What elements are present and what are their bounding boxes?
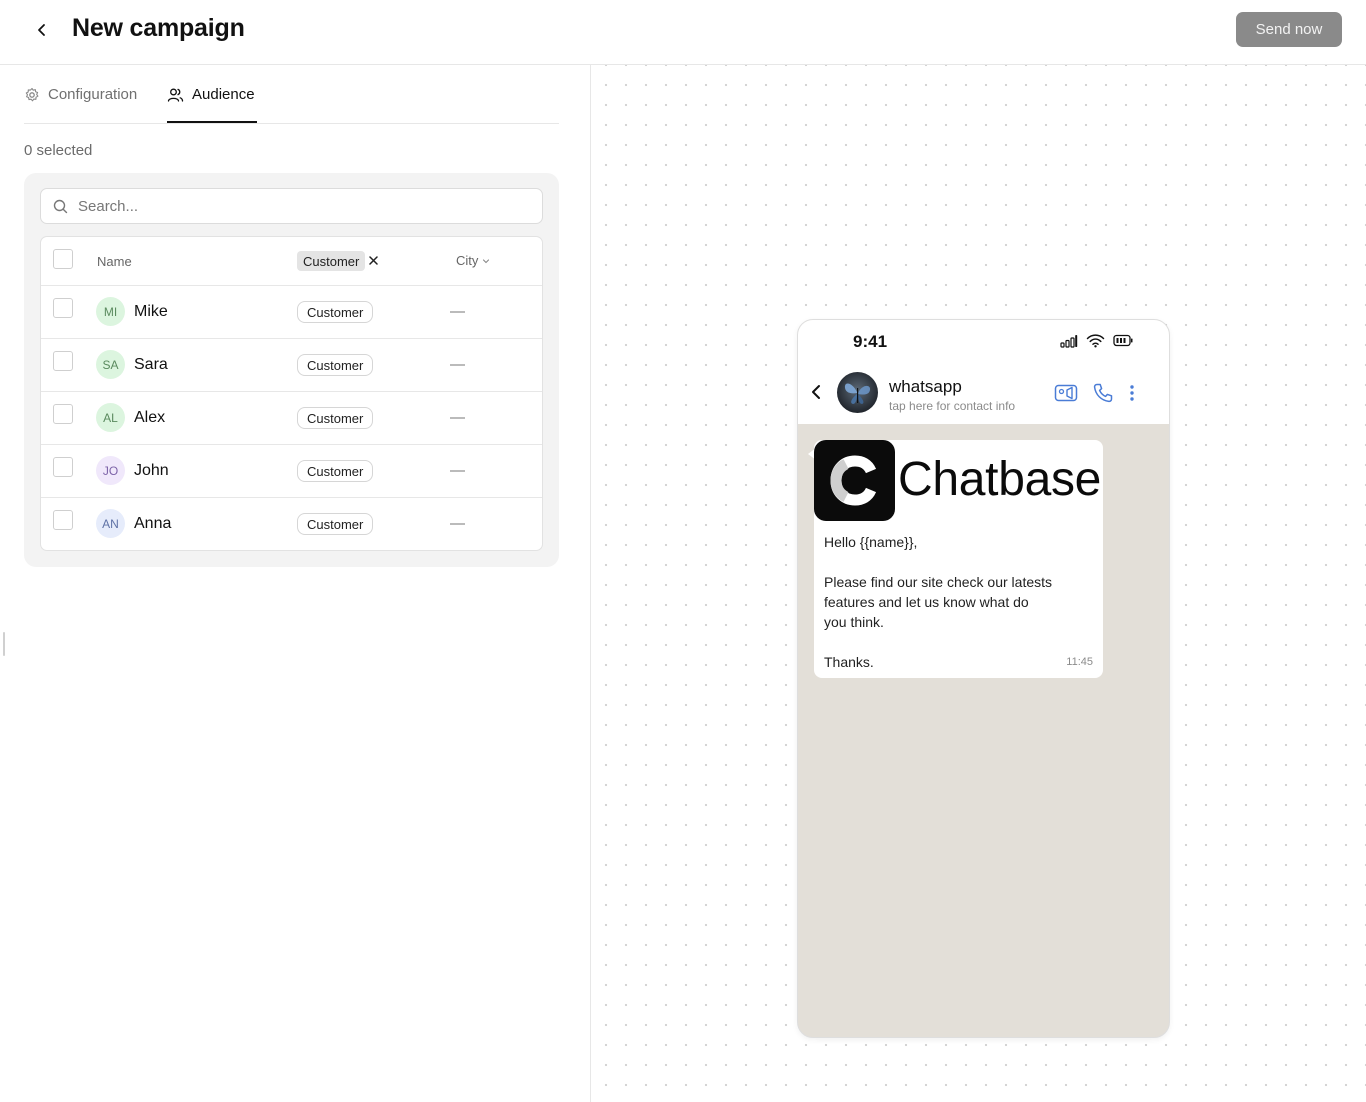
video-call-icon[interactable] — [1054, 383, 1078, 403]
gear-icon — [25, 87, 39, 101]
tag-badge: Customer — [297, 354, 374, 376]
page-title: New campaign — [72, 14, 245, 42]
table-row[interactable]: AN Anna Customer — — [41, 498, 542, 550]
message-bubble: Chatbase Hello {{name}}, Please find our… — [814, 440, 1103, 678]
back-button[interactable] — [28, 16, 56, 44]
avatar: MI — [96, 297, 125, 326]
panel-resize-handle[interactable] — [3, 632, 5, 656]
butterfly-image-icon — [837, 372, 878, 413]
users-icon — [167, 88, 184, 102]
city-value: — — [450, 462, 465, 479]
status-bar-time: 9:41 — [853, 332, 888, 351]
chatbase-c-logo-icon — [830, 455, 877, 506]
row-checkbox[interactable] — [53, 510, 73, 530]
city-value: — — [450, 515, 465, 532]
contact-avatar[interactable] — [837, 372, 878, 413]
table-row[interactable]: AL Alex Customer — — [41, 392, 542, 445]
chevron-left-icon — [38, 24, 45, 36]
message-text: Hello {{name}}, Please find our site che… — [824, 534, 1053, 670]
chat-header: 9:41 whatsapp tap here for contact info — [798, 320, 1169, 424]
row-checkbox[interactable] — [53, 404, 73, 424]
search-input[interactable] — [78, 197, 518, 215]
top-bar: New campaign Send now — [0, 0, 1366, 65]
tab-audience[interactable]: Audience — [167, 65, 255, 124]
select-all-checkbox[interactable] — [53, 249, 73, 269]
whatsapp-phone-preview: 9:41 whatsapp tap here for contact info — [797, 319, 1170, 1038]
brand-name: Chatbase — [898, 453, 1102, 506]
contact-name: Alex — [134, 409, 166, 426]
contact-name: John — [134, 462, 169, 479]
contacts-table: Name Customer City MI Mike Customer — SA… — [40, 236, 543, 551]
city-value: — — [450, 356, 465, 373]
city-value: — — [450, 409, 465, 426]
contact-name: Sara — [134, 356, 168, 373]
message-time: 11:45 — [1066, 656, 1093, 668]
more-vertical-icon[interactable] — [1128, 383, 1136, 403]
chatbase-logo — [814, 440, 895, 521]
contact-name: Mike — [134, 303, 168, 320]
column-header-name[interactable]: Name — [97, 254, 132, 269]
city-value: — — [450, 303, 465, 320]
table-row[interactable]: SA Sara Customer — — [41, 339, 542, 392]
contact-name: Anna — [134, 515, 172, 532]
row-checkbox[interactable] — [53, 457, 73, 477]
filter-chip-customer[interactable]: Customer — [297, 251, 366, 271]
column-header-city[interactable]: City — [456, 253, 490, 268]
status-bar-icons — [1060, 333, 1133, 348]
chevron-left-icon — [812, 385, 820, 399]
chat-back-button[interactable] — [808, 382, 824, 407]
row-checkbox[interactable] — [53, 298, 73, 318]
tab-bar: Configuration Audience — [24, 65, 559, 124]
search-icon — [53, 199, 68, 213]
tag-badge: Customer — [297, 407, 374, 429]
tag-badge: Customer — [297, 301, 374, 323]
tag-badge: Customer — [297, 513, 374, 535]
audience-panel: Configuration Audience 0 selected Name C… — [0, 65, 591, 1102]
row-checkbox[interactable] — [53, 351, 73, 371]
close-icon — [369, 256, 378, 265]
tab-configuration-label: Configuration — [48, 86, 138, 103]
selected-count: 0 selected — [24, 142, 93, 159]
contact-name[interactable]: whatsapp — [889, 377, 962, 397]
table-row[interactable]: MI Mike Customer — — [41, 286, 542, 339]
battery-icon — [1113, 334, 1133, 347]
tab-audience-label: Audience — [192, 86, 255, 103]
send-now-button[interactable]: Send now — [1236, 12, 1342, 47]
search-box — [40, 188, 543, 224]
audience-card: Name Customer City MI Mike Customer — — [24, 173, 559, 567]
table-header-row: Name Customer City — [41, 237, 542, 286]
active-tab-indicator — [167, 121, 257, 123]
avatar: AL — [96, 403, 125, 432]
remove-filter-button[interactable] — [369, 253, 378, 269]
avatar: AN — [96, 509, 125, 538]
call-actions — [1054, 382, 1136, 404]
contact-info-hint[interactable]: tap here for contact info — [889, 399, 1015, 413]
tag-badge: Customer — [297, 460, 374, 482]
avatar: SA — [96, 350, 125, 379]
signal-icon — [1060, 334, 1078, 348]
avatar: JO — [96, 456, 125, 485]
wifi-icon — [1086, 334, 1105, 348]
chevron-down-icon — [483, 258, 490, 263]
tab-configuration[interactable]: Configuration — [24, 65, 137, 124]
phone-call-icon[interactable] — [1092, 382, 1114, 404]
table-row[interactable]: JO John Customer — — [41, 445, 542, 498]
column-header-city-label: City — [456, 253, 479, 268]
